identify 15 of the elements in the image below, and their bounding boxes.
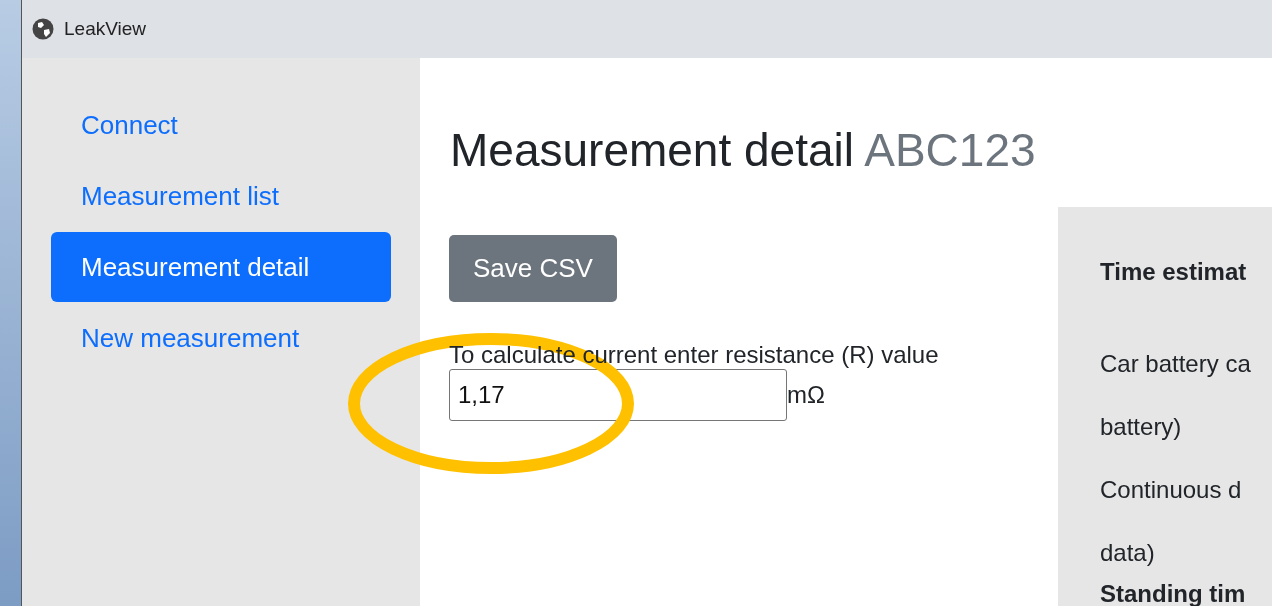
panel-text: Continuous d (1100, 475, 1242, 505)
sidebar-item[interactable]: Measurement detail (51, 232, 391, 302)
sidebar-item[interactable]: New measurement (51, 303, 391, 373)
save-csv-button[interactable]: Save CSV (449, 235, 617, 302)
panel-text: data) (1100, 538, 1155, 568)
panel-heading: Time estimat (1100, 258, 1247, 286)
resistance-input[interactable]: 1,17 (449, 369, 787, 421)
page-title: Measurement detail ABC123 (450, 123, 1036, 178)
panel-text: battery) (1100, 412, 1182, 442)
window-title: LeakView (64, 16, 147, 41)
panel-text: Car battery ca (1100, 349, 1251, 379)
sidebar-item[interactable]: Measurement list (51, 161, 391, 231)
globe-icon (32, 18, 54, 40)
unit-label: mΩ (787, 380, 825, 410)
sidebar-item[interactable]: Connect (51, 90, 391, 160)
